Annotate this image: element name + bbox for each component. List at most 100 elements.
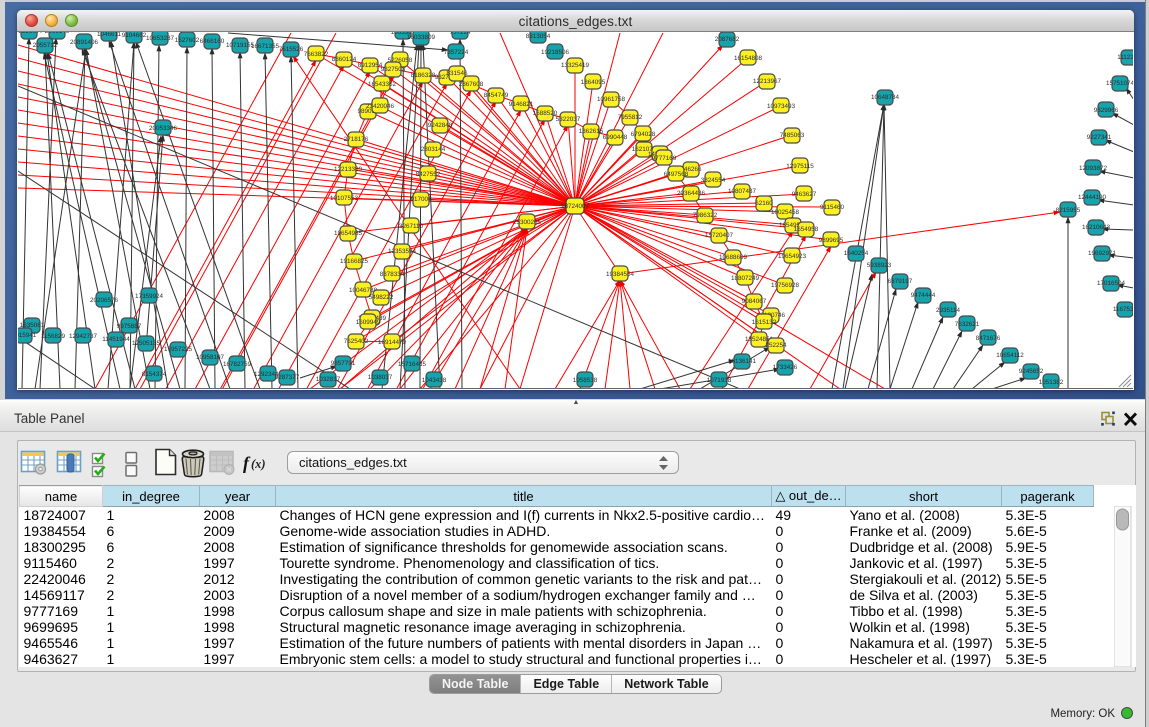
svg-text:2087682: 2087682 (715, 36, 740, 43)
svg-text:2935114: 2935114 (936, 307, 961, 314)
svg-text:6497568: 6497568 (664, 171, 689, 178)
svg-text:7986322: 7986322 (693, 212, 718, 219)
svg-text:1609949: 1609949 (356, 319, 381, 326)
svg-text:8878334: 8878334 (380, 271, 405, 278)
svg-text:16914479: 16914479 (378, 339, 407, 346)
svg-text:2055712: 2055712 (33, 42, 58, 49)
svg-text:8454749: 8454749 (484, 92, 509, 99)
svg-text:16210643: 16210643 (1082, 224, 1111, 231)
svg-text:10648784: 10648784 (871, 94, 900, 101)
svg-text:13325419: 13325419 (561, 62, 590, 69)
svg-text:10653287: 10653287 (146, 35, 175, 42)
svg-text:18724007: 18724007 (561, 203, 590, 210)
svg-text:20891406: 20891406 (70, 39, 99, 46)
svg-text:917006: 917006 (410, 196, 432, 203)
svg-text:9146821: 9146821 (509, 101, 534, 108)
svg-text:12213967: 12213967 (753, 78, 782, 85)
svg-text:15751074: 15751074 (1106, 80, 1133, 87)
svg-text:6794028: 6794028 (631, 131, 656, 138)
svg-text:1527602: 1527602 (175, 37, 200, 44)
svg-text:12444190: 12444190 (1078, 194, 1107, 201)
svg-text:9104662: 9104662 (122, 32, 147, 39)
svg-text:1588520: 1588520 (533, 110, 558, 117)
svg-text:17359924: 17359924 (135, 293, 164, 300)
svg-text:9474444: 9474444 (911, 292, 936, 299)
svg-text:1640254: 1640254 (844, 250, 869, 257)
svg-text:10973493: 10973493 (767, 103, 796, 110)
svg-text:19384554: 19384554 (606, 271, 635, 278)
svg-text:3915941: 3915941 (18, 332, 37, 339)
svg-text:1112223: 1112223 (1117, 54, 1133, 61)
svg-text:10958107: 10958107 (196, 354, 225, 361)
svg-text:2803144: 2803144 (421, 146, 446, 153)
svg-text:1864095: 1864095 (581, 79, 606, 86)
svg-text:20053346: 20053346 (149, 125, 178, 132)
svg-text:19654985: 19654985 (334, 230, 363, 237)
svg-text:1167530: 1167530 (1113, 306, 1133, 313)
svg-text:8427552: 8427552 (416, 171, 441, 178)
svg-text:9242848: 9242848 (428, 122, 453, 129)
svg-text:8813054: 8813054 (526, 33, 551, 40)
svg-text:10807487: 10807487 (728, 188, 757, 195)
svg-text:3267110: 3267110 (399, 223, 424, 230)
svg-text:5498222: 5498222 (369, 294, 394, 301)
svg-text:9777169: 9777169 (652, 155, 677, 162)
svg-text:9899695: 9899695 (819, 237, 844, 244)
svg-text:9245652: 9245652 (1019, 368, 1044, 375)
svg-text:6879197: 6879197 (888, 278, 913, 285)
svg-text:7485063: 7485063 (780, 132, 805, 139)
svg-text:6466160: 6466160 (200, 38, 225, 45)
svg-text:10025458: 10025458 (771, 209, 800, 216)
svg-text:7663822: 7663822 (304, 51, 329, 58)
svg-text:18220077: 18220077 (18, 32, 43, 35)
svg-text:12505135: 12505135 (132, 340, 161, 347)
svg-text:19756928: 19756928 (771, 282, 800, 289)
svg-text:10654112: 10654112 (996, 352, 1024, 359)
svg-text:5938923: 5938923 (867, 262, 892, 269)
svg-text:17957225: 17957225 (164, 346, 193, 353)
svg-text:8154374: 8154374 (142, 371, 167, 378)
svg-text:8215955: 8215955 (1056, 207, 1081, 214)
svg-text:62160: 62160 (755, 200, 773, 207)
svg-text:7955812: 7955812 (618, 114, 643, 121)
svg-text:9975887: 9975887 (117, 323, 142, 330)
svg-text:1362615: 1362615 (579, 128, 604, 135)
svg-text:1038037: 1038037 (368, 374, 393, 381)
svg-text:f: f (243, 453, 251, 473)
svg-text:10107553: 10107553 (330, 195, 359, 202)
svg-text:2718176: 2718176 (344, 136, 369, 143)
svg-text:1058538: 1058538 (573, 377, 598, 384)
svg-text:831546: 831546 (446, 70, 468, 77)
svg-text:9115460: 9115460 (820, 204, 845, 211)
svg-text:9329966: 9329966 (1094, 107, 1119, 114)
svg-text:1032837: 1032837 (316, 376, 341, 383)
svg-text:8860124: 8860124 (332, 56, 357, 63)
svg-text:7625402: 7625402 (344, 338, 369, 345)
svg-text:9227341: 9227341 (1087, 134, 1112, 141)
svg-text:1043438: 1043438 (422, 377, 447, 384)
svg-text:12213389: 12213389 (334, 166, 363, 173)
svg-text:18807249: 18807249 (731, 275, 760, 282)
svg-text:12975115: 12975115 (786, 163, 814, 170)
svg-text:2867608: 2867608 (459, 81, 484, 88)
svg-text:20364436: 20364436 (677, 190, 706, 197)
svg-text:1071938: 1071938 (707, 377, 732, 384)
svg-text:9857791: 9857791 (331, 360, 356, 367)
svg-text:7632621: 7632621 (955, 321, 980, 328)
svg-text:17016504: 17016504 (1097, 280, 1126, 287)
svg-text:8471676: 8471676 (976, 335, 1001, 342)
svg-text:1156829: 1156829 (41, 333, 66, 340)
svg-text:19692971: 19692971 (1088, 250, 1117, 257)
svg-text:12093872: 12093872 (1079, 165, 1108, 172)
svg-text:19654923: 19654923 (778, 253, 807, 260)
svg-text:1046611: 1046611 (97, 32, 122, 38)
svg-text:12353594: 12353594 (388, 248, 417, 255)
svg-text:12942737: 12942737 (69, 333, 98, 340)
svg-text:16671355: 16671355 (251, 43, 280, 50)
svg-text:1051382: 1051382 (1039, 379, 1064, 386)
svg-text:9327503: 9327503 (381, 66, 406, 73)
svg-text:9287377: 9287377 (275, 374, 300, 381)
svg-text:252254: 252254 (765, 342, 787, 349)
svg-text:10961758: 10961758 (597, 96, 626, 103)
svg-text:(x): (x) (251, 457, 266, 471)
